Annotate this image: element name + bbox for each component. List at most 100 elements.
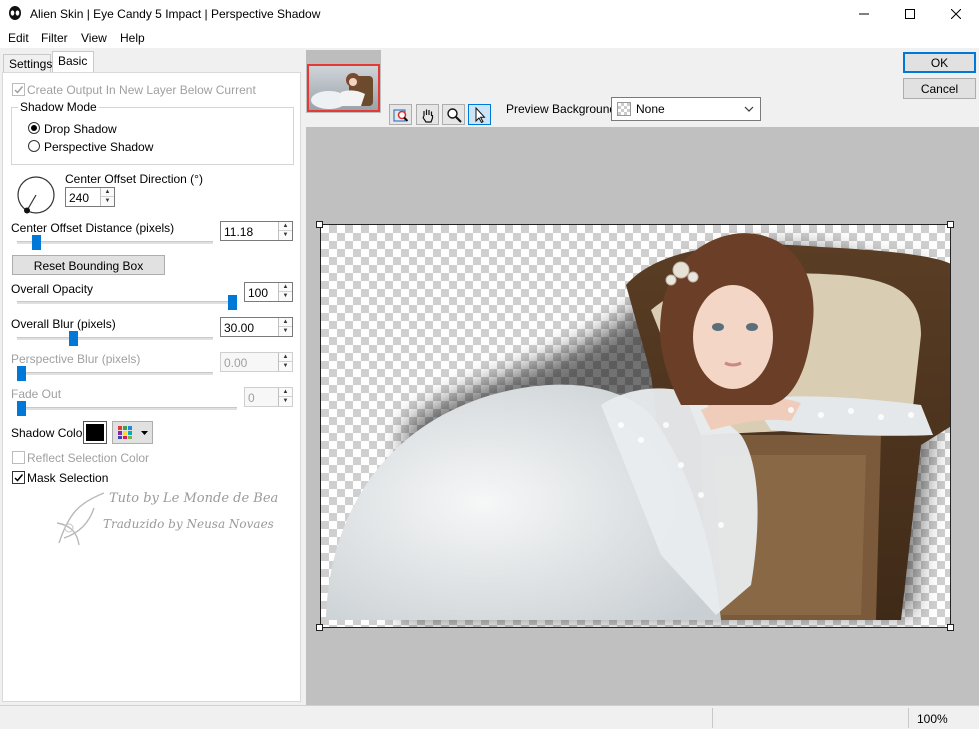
direction-dial[interactable] — [15, 174, 57, 216]
spin-down-icon[interactable]: ▼ — [101, 197, 114, 206]
tab-settings[interactable]: Settings — [3, 54, 52, 72]
checkmark-icon — [14, 474, 24, 482]
perspective-blur-track[interactable] — [17, 372, 213, 375]
maximize-icon — [905, 9, 915, 19]
spin-down-icon[interactable]: ▼ — [279, 397, 292, 406]
spin-down-icon[interactable]: ▼ — [279, 292, 292, 301]
alien-skin-icon — [9, 6, 21, 20]
close-button[interactable] — [933, 0, 979, 28]
basic-tab-page: Create Output In New Layer Below Current… — [2, 72, 301, 702]
overall-opacity-input[interactable]: 100 ▲ ▼ — [244, 282, 293, 302]
center-offset-direction-input[interactable]: 240 ▲ ▼ — [65, 187, 115, 207]
bounding-box-handle-top-left[interactable] — [316, 221, 323, 228]
shadow-color-label: Shadow Color — [11, 426, 87, 440]
ok-button[interactable]: OK — [903, 52, 976, 73]
thumbnail-photo-icon — [311, 73, 373, 109]
spin-up-icon[interactable]: ▲ — [279, 283, 292, 292]
none-swatch-icon — [617, 102, 631, 116]
bounding-box-handle-top-right[interactable] — [947, 221, 954, 228]
overall-blur-label: Overall Blur (pixels) — [11, 317, 116, 331]
reflect-selection-color-checkbox[interactable] — [12, 451, 25, 464]
perspective-shadow-label: Perspective Shadow — [44, 140, 154, 154]
create-output-label: Create Output In New Layer Below Current — [27, 83, 256, 97]
shadow-mode-label: Shadow Mode — [18, 100, 99, 114]
preview-photo — [326, 233, 950, 620]
spin-down-icon[interactable]: ▼ — [279, 231, 292, 240]
minimize-icon — [859, 13, 869, 15]
overall-opacity-track[interactable] — [17, 301, 237, 304]
status-separator — [712, 708, 713, 728]
pointer-tool-button[interactable] — [468, 104, 491, 125]
perspective-blur-label: Perspective Blur (pixels) — [11, 352, 141, 366]
center-offset-distance-label: Center Offset Distance (pixels) — [11, 221, 175, 235]
bounding-box-handle-bottom-right[interactable] — [947, 624, 954, 631]
zoom-level: 100% — [917, 712, 948, 726]
zoom-icon — [446, 107, 462, 123]
shadow-mode-group — [11, 107, 294, 165]
center-offset-direction-label: Center Offset Direction (°) — [65, 172, 203, 186]
navigator-viewport[interactable] — [307, 64, 380, 112]
chevron-down-icon — [744, 106, 754, 112]
pointer-icon — [475, 106, 486, 123]
preview-background-label: Preview Background: — [506, 102, 620, 116]
settings-panel: Settings Basic Create Output In New Laye… — [0, 48, 306, 705]
radio-selected-dot — [31, 125, 37, 131]
watermark-line-1: Tuto by Le Monde de Bea — [109, 491, 279, 506]
spin-down-icon[interactable]: ▼ — [279, 327, 292, 336]
reset-bounding-box-button[interactable]: Reset Bounding Box — [12, 255, 165, 275]
overall-opacity-slider[interactable] — [228, 295, 237, 310]
center-offset-distance-track[interactable] — [17, 241, 213, 244]
preview-background-select[interactable]: None — [611, 97, 761, 121]
minimize-button[interactable] — [841, 0, 887, 28]
preview-canvas[interactable] — [320, 224, 951, 628]
drop-shadow-radio[interactable] — [28, 122, 40, 134]
watermark-line-2: Traduzido by Neusa Novaes — [103, 517, 274, 531]
spin-up-icon[interactable]: ▲ — [101, 188, 114, 197]
menu-view[interactable]: View — [81, 31, 107, 45]
color-palette-button[interactable] — [112, 421, 153, 444]
spin-up-icon[interactable]: ▲ — [279, 318, 292, 327]
window-title: Alien Skin | Eye Candy 5 Impact | Perspe… — [30, 7, 321, 21]
perspective-blur-slider[interactable] — [17, 366, 26, 381]
menu-filter[interactable]: Filter — [41, 31, 68, 45]
fade-out-input[interactable]: 0 ▲ ▼ — [244, 387, 293, 407]
hand-tool-button[interactable] — [416, 104, 439, 125]
perspective-shadow-radio[interactable] — [28, 140, 40, 152]
close-icon — [951, 9, 961, 19]
overall-blur-track[interactable] — [17, 337, 213, 340]
create-output-checkbox[interactable] — [12, 83, 25, 96]
navigator-thumbnail[interactable] — [306, 50, 381, 113]
preview-toolbar: Preview Background: None — [306, 50, 979, 127]
overall-opacity-label: Overall Opacity — [11, 282, 94, 296]
menu-edit[interactable]: Edit — [8, 31, 29, 45]
zoom-tool-button[interactable] — [442, 104, 465, 125]
navigate-button[interactable] — [389, 104, 412, 125]
mask-selection-checkbox[interactable] — [12, 471, 25, 484]
center-offset-distance-slider[interactable] — [31, 235, 41, 250]
status-bar: 100% — [0, 705, 979, 729]
fade-out-slider[interactable] — [17, 401, 26, 416]
overall-blur-slider[interactable] — [69, 331, 79, 346]
status-separator — [908, 708, 909, 728]
menu-help[interactable]: Help — [120, 31, 145, 45]
spin-up-icon[interactable]: ▲ — [279, 388, 292, 397]
hand-icon — [422, 109, 433, 123]
title-bar: Alien Skin | Eye Candy 5 Impact | Perspe… — [0, 0, 979, 28]
menu-bar: Edit Filter View Help — [0, 28, 979, 48]
bounding-box-handle-bottom-left[interactable] — [316, 624, 323, 631]
perspective-blur-input[interactable]: 0.00 ▲ ▼ — [220, 352, 293, 372]
spin-up-icon[interactable]: ▲ — [279, 222, 292, 231]
tab-basic[interactable]: Basic — [52, 51, 94, 73]
center-offset-distance-input[interactable]: 11.18 ▲ ▼ — [220, 221, 293, 241]
cancel-button[interactable]: Cancel — [903, 78, 976, 99]
overall-blur-input[interactable]: 30.00 ▲ ▼ — [220, 317, 293, 337]
fade-out-label: Fade Out — [11, 387, 62, 401]
spin-up-icon[interactable]: ▲ — [279, 353, 292, 362]
maximize-button[interactable] — [887, 0, 933, 28]
spin-down-icon[interactable]: ▼ — [279, 362, 292, 371]
reflect-selection-color-label: Reflect Selection Color — [27, 451, 150, 465]
fade-out-track[interactable] — [17, 407, 237, 410]
color-grid-icon — [118, 426, 148, 439]
drop-shadow-label: Drop Shadow — [44, 122, 117, 136]
shadow-color-swatch[interactable] — [83, 421, 107, 444]
